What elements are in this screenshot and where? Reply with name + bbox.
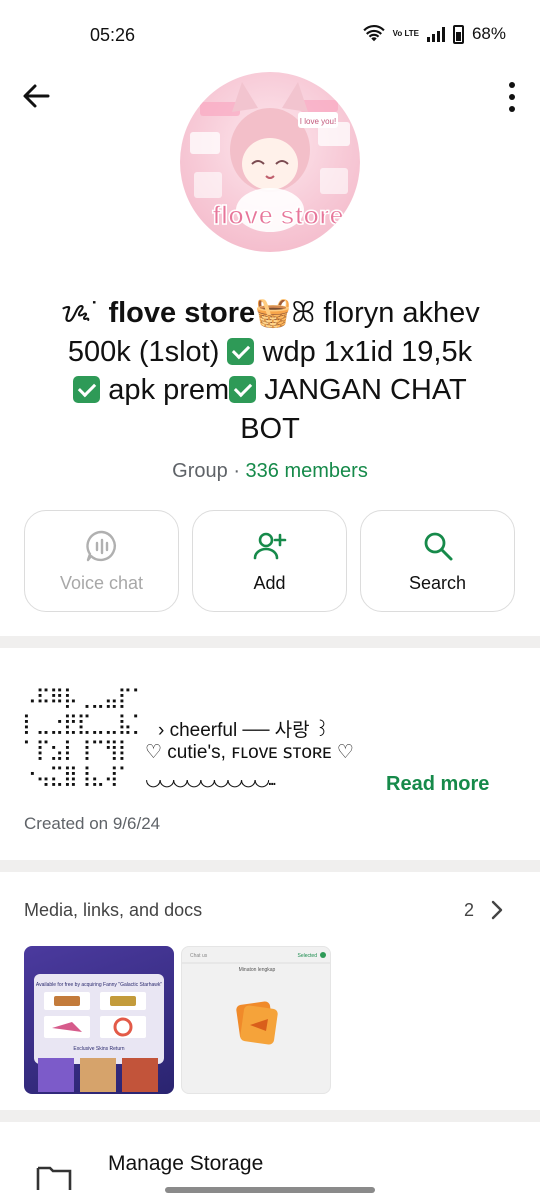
description-card: ⠠⠯⠿⡧⢀⣀⣤⡏⠁ ⡇⣀⣐⣟⣏⣀⣀⣧⡁ ⠁⡏⣢⡇⢸⠉⢻⡇ ⠐⢤⣍⣿⢸⣄⢼⠁ › … <box>0 648 540 860</box>
check-icon <box>227 337 255 365</box>
battery-percent: 68% <box>471 24 506 43</box>
group-avatar[interactable]: I love you! flove store <box>180 72 360 252</box>
gesture-bar[interactable] <box>165 1187 375 1193</box>
avatar-caption: flove store <box>212 200 344 230</box>
thumb1-footer: Exclusive Skins Return <box>73 1046 124 1052</box>
thumb1-caption: Available for free by acquiring Fanny "G… <box>36 982 163 988</box>
group-header-card: I love you! flove store ᝰ˙ flove store🧺ꕤ… <box>0 66 540 636</box>
media-thumbnail[interactable]: Chat us Selected Minaton lengkap <box>181 946 331 1094</box>
thumb2-header-left: Chat us <box>190 953 208 959</box>
check-icon <box>73 376 101 403</box>
read-more-link[interactable]: Read more <box>386 773 489 796</box>
group-name-bold: flove store <box>108 297 256 329</box>
add-button[interactable]: Add <box>192 510 347 612</box>
manage-storage-label: Manage Storage <box>108 1152 264 1175</box>
avatar-badge: I love you! <box>300 117 336 126</box>
avatar-illustration: I love you! flove store <box>190 82 350 232</box>
description-line: ♡ cutie's, ꜰʟᴏᴠᴇ ꜱᴛᴏʀᴇ ♡ <box>145 742 354 763</box>
group-type: Group <box>172 460 228 482</box>
thumbnail-screenshot-image: Chat us Selected Minaton lengkap <box>182 952 330 1045</box>
group-info-screen: 05:26 Vo LTE 68% I love you! flove store… <box>0 0 540 1200</box>
group-name: ᝰ˙ flove store🧺ꕤ floryn akhev 500k (1slo… <box>60 297 480 445</box>
description-braille-art: ⠠⠯⠿⡧⢀⣀⣤⡏⠁ ⡇⣀⣐⣟⣏⣀⣀⣧⡁ ⠁⡏⣢⡇⢸⠉⢻⡇ ⠐⢤⣍⣿⢸⣄⢼⠁ <box>22 685 146 787</box>
add-person-icon <box>253 532 286 560</box>
description-line: › cheerful ── 사랑 ꒱ <box>158 720 330 741</box>
check-icon <box>229 376 257 403</box>
created-date: Created on 9/6/24 <box>24 814 161 833</box>
search-button[interactable]: Search <box>360 510 515 612</box>
more-vertical-icon[interactable] <box>506 82 518 112</box>
voice-chat-label: Voice chat <box>59 573 144 593</box>
wifi-icon <box>362 25 385 42</box>
storage-icon <box>36 1166 72 1190</box>
search-label: Search <box>408 573 467 593</box>
media-card[interactable]: Media, links, and docs 2 Available for f… <box>0 872 540 1110</box>
members-count[interactable]: 336 members <box>246 460 368 482</box>
thumb2-subheader: Minaton lengkap <box>239 967 276 973</box>
media-count: 2 <box>463 900 474 920</box>
thumb2-header-right: Selected <box>298 953 318 959</box>
search-icon <box>424 532 452 561</box>
voice-chat-icon <box>85 530 116 562</box>
media-title: Media, links, and docs <box>24 900 203 920</box>
group-meta: Group · 336 members <box>172 460 368 482</box>
add-label: Add <box>253 573 286 593</box>
chevron-right-icon[interactable] <box>490 900 504 920</box>
arrow-left-icon[interactable] <box>20 80 52 112</box>
description-line: ◡◡◡◡◡◡◡◡◡... <box>145 769 277 790</box>
signal-icon <box>426 26 445 42</box>
volte-icon: Vo LTE <box>392 29 419 38</box>
status-time: 05:26 <box>90 25 136 45</box>
status-bar: 05:26 Vo LTE 68% <box>0 0 540 66</box>
voice-chat-button[interactable]: Voice chat <box>24 510 179 612</box>
thumbnail-promo-image: Available for free by acquiring Fanny "G… <box>34 974 164 1092</box>
media-thumbnail[interactable]: Available for free by acquiring Fanny "G… <box>24 946 174 1094</box>
battery-icon <box>452 24 464 44</box>
status-icons: Vo LTE 68% <box>362 24 506 44</box>
